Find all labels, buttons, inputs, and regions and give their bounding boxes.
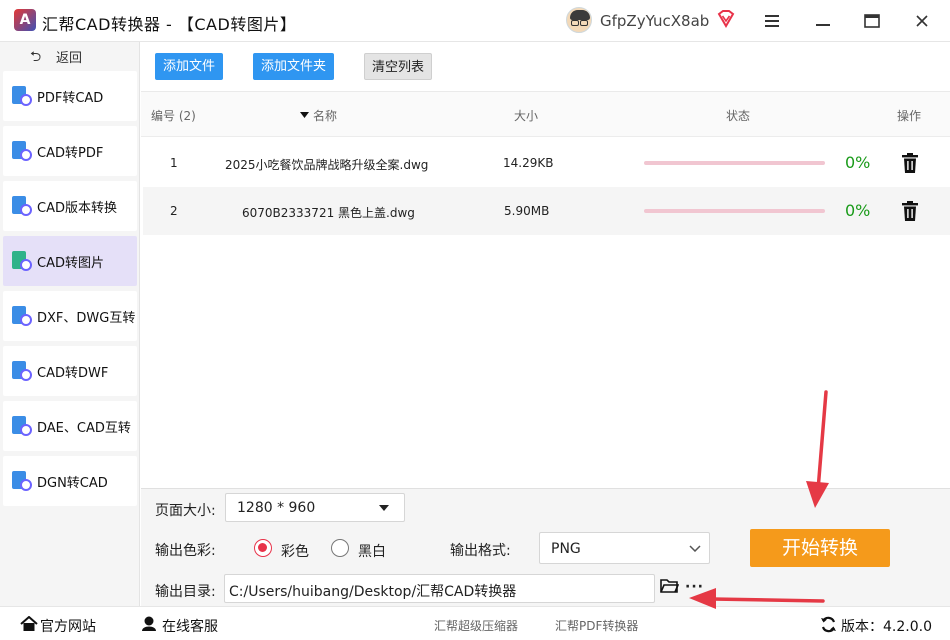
username[interactable]: GfpZyYucX8ab xyxy=(600,12,709,30)
caret-down-icon xyxy=(379,505,389,511)
format-value: PNG xyxy=(551,541,581,557)
col-action: 操作 xyxy=(897,109,922,123)
sidebar-item-label: CAD转DWF xyxy=(37,366,109,381)
back-button[interactable]: ⮌ 返回 xyxy=(0,42,140,68)
add-file-button[interactable]: 添加文件 xyxy=(155,53,223,80)
row-filename: 2025小吃餐饮品牌战略升级全案.dwg xyxy=(225,158,429,172)
format-select[interactable]: PNG xyxy=(539,532,710,564)
format-label: 输出格式: xyxy=(450,543,511,559)
table-row[interactable]: 1 2025小吃餐饮品牌战略升级全案.dwg 14.29KB 0% xyxy=(143,139,950,187)
more-options-button[interactable]: ··· xyxy=(685,579,704,595)
title-bar: A 汇帮CAD转换器 - 【CAD转图片】 GfpZyYucX8ab xyxy=(0,0,950,42)
color-radio-bw[interactable] xyxy=(331,539,349,557)
open-folder-icon[interactable] xyxy=(660,578,679,594)
sidebar-item-label: CAD转PDF xyxy=(37,146,104,161)
sidebar-item-dgn-to-cad[interactable]: DGN转CAD xyxy=(3,456,137,506)
app-logo-icon: A xyxy=(14,9,36,31)
page-size-label: 页面大小: xyxy=(155,503,216,519)
sidebar-item-label: PDF转CAD xyxy=(37,91,104,106)
cad-version-icon xyxy=(12,196,32,216)
row-progress-bar xyxy=(644,209,825,213)
sidebar-item-dxf-dwg[interactable]: DXF、DWG互转 xyxy=(3,291,137,341)
sidebar-item-cad-to-dwf[interactable]: CAD转DWF xyxy=(3,346,137,396)
output-dir-input[interactable]: C:/Users/huibang/Desktop/汇帮CAD转换器 xyxy=(224,574,655,603)
col-size[interactable]: 大小 xyxy=(514,107,538,124)
cad-to-image-icon xyxy=(12,251,32,271)
vip-diamond-icon[interactable] xyxy=(716,9,736,29)
official-website-link[interactable]: 官方网站 xyxy=(40,616,96,636)
pdf-to-cad-icon xyxy=(12,86,32,106)
version-label: 版本：4.2.0.0 xyxy=(841,619,932,635)
refresh-icon[interactable] xyxy=(820,616,837,633)
pdf-converter-link[interactable]: 汇帮PDF转换器 xyxy=(555,617,638,634)
file-table-header: 编号 (2) 名称 大小 状态 操作 xyxy=(141,92,950,137)
col-status: 状态 xyxy=(726,109,751,123)
chevron-down-icon xyxy=(689,545,701,552)
online-support-link[interactable]: 在线客服 xyxy=(162,616,218,636)
table-row[interactable]: 2 6070B2333721 黑色上盖.dwg 5.90MB 0% xyxy=(143,187,950,235)
sort-desc-icon[interactable] xyxy=(300,107,309,121)
sidebar-item-label: DGN转CAD xyxy=(37,476,108,491)
col-name[interactable]: 名称 xyxy=(313,107,337,124)
output-dir-value: C:/Users/huibang/Desktop/汇帮CAD转换器 xyxy=(229,584,517,600)
delete-icon[interactable] xyxy=(902,153,918,173)
back-arrow-icon: ⮌ xyxy=(30,49,42,65)
home-icon xyxy=(20,616,38,631)
row-size: 5.90MB xyxy=(504,204,550,218)
compressor-link[interactable]: 汇帮超级压缩器 xyxy=(434,617,518,634)
sidebar-item-label: DAE、CAD互转 xyxy=(37,421,131,436)
close-icon[interactable] xyxy=(907,6,937,36)
user-avatar[interactable] xyxy=(566,7,592,33)
status-bar: 官方网站 在线客服 汇帮超级压缩器 汇帮PDF转换器 版本：4.2.0.0 xyxy=(0,606,950,640)
page-size-value: 1280 * 960 xyxy=(237,500,316,516)
delete-icon[interactable] xyxy=(902,201,918,221)
cad-to-dwf-icon xyxy=(12,361,32,381)
start-convert-button[interactable]: 开始转换 xyxy=(750,529,890,567)
clear-list-button[interactable]: 清空列表 xyxy=(364,53,432,80)
menu-icon[interactable] xyxy=(757,6,787,36)
maximize-icon[interactable] xyxy=(857,6,887,36)
sidebar: ⮌ 返回 PDF转CAD CAD转PDF CAD版本转换 CAD转图片 DXF、… xyxy=(0,42,140,606)
row-percent: 0% xyxy=(845,153,871,172)
page-size-select[interactable]: 1280 * 960 xyxy=(225,493,405,522)
row-percent: 0% xyxy=(845,201,871,220)
color-label: 输出色彩: xyxy=(155,543,216,559)
back-label: 返回 xyxy=(56,51,83,66)
row-index: 1 xyxy=(170,156,178,170)
sidebar-item-label: DXF、DWG互转 xyxy=(37,311,136,326)
dae-cad-icon xyxy=(12,416,32,436)
sidebar-item-cad-to-pdf[interactable]: CAD转PDF xyxy=(3,126,137,176)
row-progress-bar xyxy=(644,161,825,165)
sidebar-item-label: CAD版本转换 xyxy=(37,201,117,216)
dgn-to-cad-icon xyxy=(12,471,32,491)
color-option-color-label[interactable]: 彩色 xyxy=(281,541,309,561)
row-size: 14.29KB xyxy=(503,156,554,170)
sidebar-item-dae-cad[interactable]: DAE、CAD互转 xyxy=(3,401,137,451)
row-filename: 6070B2333721 黑色上盖.dwg xyxy=(242,206,415,220)
dxf-dwg-icon xyxy=(12,306,32,326)
output-dir-label: 输出目录: xyxy=(155,584,216,600)
color-radio-color[interactable] xyxy=(254,539,272,557)
row-index: 2 xyxy=(170,204,178,218)
sidebar-item-pdf-to-cad[interactable]: PDF转CAD xyxy=(3,71,137,121)
sidebar-item-cad-to-image[interactable]: CAD转图片 xyxy=(3,236,137,286)
minimize-icon[interactable] xyxy=(808,6,838,36)
customer-service-icon xyxy=(142,616,156,631)
sidebar-item-label: CAD转图片 xyxy=(37,256,104,271)
add-folder-button[interactable]: 添加文件夹 xyxy=(253,53,334,80)
color-option-bw-label[interactable]: 黑白 xyxy=(358,541,386,561)
col-index[interactable]: 编号 (2) xyxy=(151,107,196,124)
sidebar-item-cad-version[interactable]: CAD版本转换 xyxy=(3,181,137,231)
cad-to-pdf-icon xyxy=(12,141,32,161)
window-title: 汇帮CAD转换器 - 【CAD转图片】 xyxy=(42,15,297,34)
